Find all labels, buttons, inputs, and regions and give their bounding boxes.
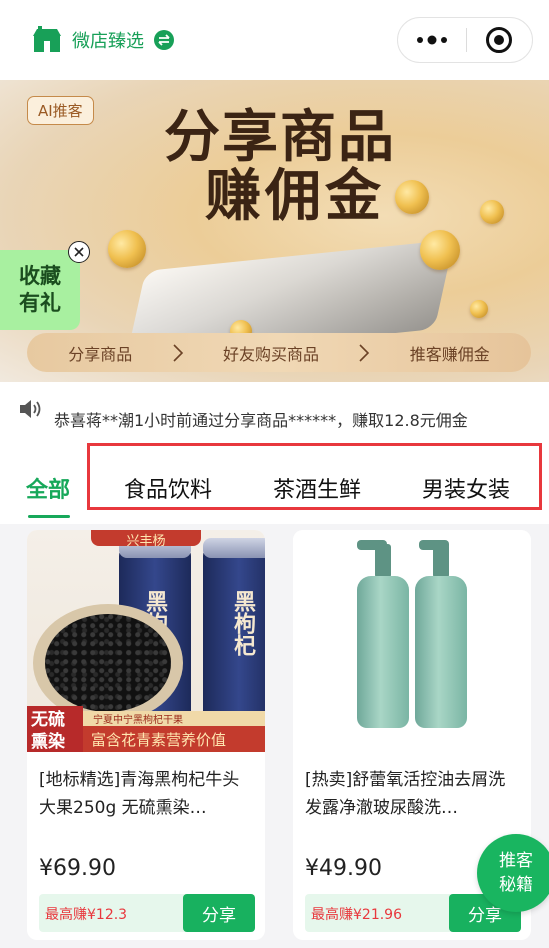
page: 微店臻选 AI推客 分享商品 赚佣金 收藏 有礼 分享商品 好友购买商品 推客赚…: [0, 0, 549, 948]
shop-logo-icon: [33, 26, 61, 52]
commission-bar: 最高赚¥12.3 分享: [39, 894, 255, 932]
brand-name: 微店臻选: [72, 31, 144, 52]
brand-tag: 兴丰杨: [91, 530, 201, 549]
product-grid: 黑枸杞 黑枸杞 兴丰杨 无硫熏染 宁夏中宁黑枸杞干果 富含花青素营养价值 [地标…: [0, 524, 549, 948]
headline-line-1: 分享商品: [164, 104, 396, 170]
brand[interactable]: 微店臻选: [32, 26, 174, 54]
close-icon[interactable]: [68, 241, 90, 263]
favorite-gift-badge[interactable]: 收藏 有礼: [0, 250, 80, 330]
more-dots-icon[interactable]: [398, 18, 466, 62]
chevron-right-icon: [173, 343, 183, 362]
bottle: [357, 576, 409, 728]
product-price: ¥49.90: [305, 856, 382, 881]
coin-icon: [108, 230, 146, 268]
jar-lid: [203, 538, 265, 558]
step-3: 推客赚佣金: [409, 344, 490, 364]
image-background: [293, 530, 531, 752]
commission-steps: 分享商品 好友购买商品 推客赚佣金: [27, 333, 531, 372]
tab-all[interactable]: 全部: [26, 472, 70, 504]
step-1: 分享商品: [68, 344, 133, 364]
tab-tea-wine-fresh[interactable]: 茶酒生鲜: [273, 472, 361, 504]
promo-banner[interactable]: AI推客 分享商品 赚佣金 收藏 有礼 分享商品 好友购买商品 推客赚佣金: [0, 80, 549, 382]
nutrition-strip: 富含花青素营养价值: [83, 726, 265, 752]
jar-label: 黑枸杞: [230, 590, 256, 656]
ai-tag: AI推客: [27, 96, 94, 125]
max-commission: 最高赚¥12.3: [45, 907, 128, 923]
share-button[interactable]: 分享: [183, 894, 255, 932]
tab-food-drink[interactable]: 食品饮料: [124, 472, 212, 504]
target-circle-icon[interactable]: [467, 18, 533, 62]
referral-tips-button[interactable]: 推客 秘籍: [477, 834, 549, 912]
category-tabs: 全部 食品饮料 茶酒生鲜 男装女装: [0, 443, 549, 524]
coin-icon: [480, 200, 504, 224]
product-image[interactable]: 黑枸杞 黑枸杞 兴丰杨 无硫熏染 宁夏中宁黑枸杞干果 富含花青素营养价值: [27, 530, 265, 752]
notice-bar: 恭喜蒋**潮1小时前通过分享商品******，赚取12.8元佣金: [0, 382, 549, 448]
pump: [433, 544, 449, 578]
coin-icon: [470, 300, 488, 318]
headline-line-2: 赚佣金: [205, 162, 385, 229]
product-title[interactable]: [热卖]舒蕾氧活控油去屑洗发露净澈玻尿酸洗…: [305, 766, 521, 822]
fab-line-1: 推客: [499, 851, 533, 871]
banner-headline: 分享商品 赚佣金: [130, 108, 430, 226]
top-nav-bar: 微店臻选: [0, 0, 549, 80]
goji-berries: [45, 614, 171, 712]
product-card[interactable]: 黑枸杞 黑枸杞 兴丰杨 无硫熏染 宁夏中宁黑枸杞干果 富含花青素营养价值 [地标…: [27, 530, 265, 940]
product-image[interactable]: [293, 530, 531, 752]
favorite-line-1: 收藏: [19, 263, 61, 288]
chevron-right-icon: [359, 343, 370, 362]
switch-arrows-icon[interactable]: [154, 30, 174, 50]
bottle: [415, 576, 467, 728]
speaker-icon: [20, 400, 41, 418]
miniprogram-capsule: [397, 17, 533, 63]
pump: [375, 544, 391, 578]
product-title[interactable]: [地标精选]青海黑枸杞牛头大果250g 无硫熏染…: [39, 766, 255, 822]
step-2: 好友购买商品: [222, 344, 319, 364]
no-sulfur-badge: 无硫熏染: [27, 706, 83, 752]
fab-line-2: 秘籍: [499, 875, 533, 895]
tab-clothing[interactable]: 男装女装: [422, 472, 510, 504]
coin-icon: [420, 230, 460, 270]
favorite-line-2: 有礼: [19, 291, 61, 315]
notice-text: 恭喜蒋**潮1小时前通过分享商品******，赚取12.8元佣金: [54, 411, 468, 430]
max-commission: 最高赚¥21.96: [311, 907, 402, 923]
active-tab-indicator: [28, 515, 70, 518]
origin-strip: 宁夏中宁黑枸杞干果: [83, 711, 265, 726]
product-price: ¥69.90: [39, 856, 116, 881]
